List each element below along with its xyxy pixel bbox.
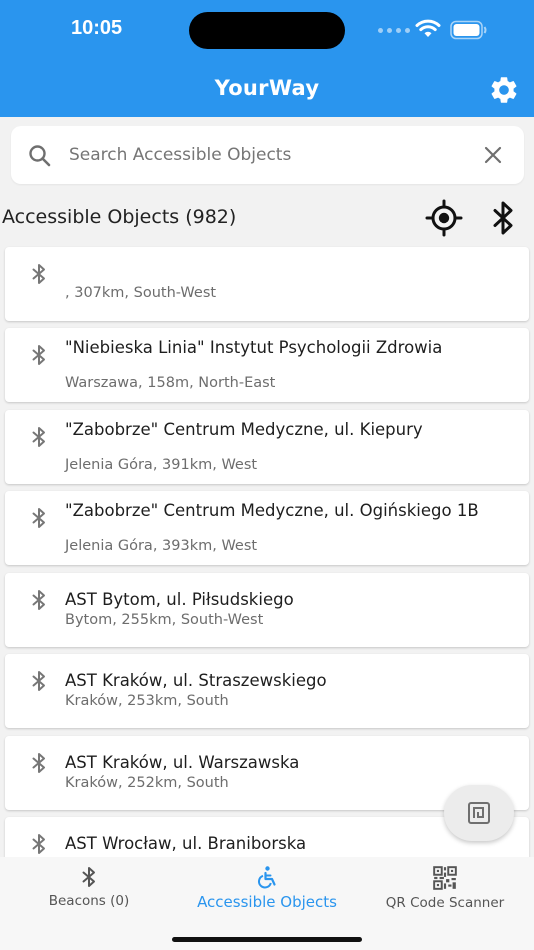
item-subtitle: Jelenia Góra, 391km, West	[65, 457, 258, 473]
qr-code-icon	[433, 866, 457, 890]
list-item[interactable]: AST Kraków, ul. Straszewskiego Kraków, 2…	[5, 654, 529, 728]
settings-gear-icon[interactable]	[488, 74, 520, 106]
bluetooth-icon	[32, 834, 45, 854]
nfc-scan-button[interactable]	[444, 785, 514, 841]
clear-search-icon[interactable]	[481, 143, 505, 167]
list-item[interactable]: "Zabobrze" Centrum Medyczne, ul. Kiepury…	[5, 410, 529, 484]
app-title: YourWay	[214, 76, 320, 100]
tab-accessible-objects[interactable]: Accessible Objects	[182, 865, 352, 921]
signal-icon	[378, 28, 410, 33]
item-subtitle: Kraków, 253km, South	[65, 693, 229, 709]
bluetooth-icon	[32, 671, 45, 691]
section-title: Accessible Objects (982)	[2, 206, 237, 228]
status-time: 10:05	[71, 17, 123, 39]
tab-qr-scanner[interactable]: QR Code Scanner	[378, 865, 512, 921]
bluetooth-icon	[32, 345, 45, 365]
tab-beacons[interactable]: Beacons (0)	[30, 865, 148, 921]
search-input[interactable]	[69, 141, 459, 169]
status-bar: 10:05	[0, 0, 534, 60]
list-item[interactable]: "Niebieska Linia" Instytut Psychologii Z…	[5, 328, 529, 402]
item-subtitle: Jelenia Góra, 393km, West	[65, 538, 258, 554]
search-icon	[29, 145, 51, 167]
bluetooth-icon	[32, 264, 45, 284]
nfc-icon	[468, 802, 490, 824]
item-subtitle: , 307km, South-West	[65, 285, 217, 301]
item-title: "Niebieska Linia" Instytut Psychologii Z…	[65, 338, 443, 357]
item-subtitle: Kraków, 252km, South	[65, 775, 229, 791]
app-header: 10:05 YourWay	[0, 0, 534, 117]
item-title: AST Wrocław, ul. Braniborska	[65, 834, 307, 853]
list-item[interactable]: "Zabobrze" Centrum Medyczne, ul. Ogiński…	[5, 491, 529, 565]
dynamic-island	[189, 12, 345, 49]
wifi-icon	[415, 19, 441, 37]
wheelchair-icon	[258, 866, 276, 889]
list-item[interactable]: AST Bytom, ul. Piłsudskiego Bytom, 255km…	[5, 573, 529, 647]
item-subtitle: Bytom, 255km, South-West	[65, 612, 264, 628]
my-location-icon[interactable]	[424, 198, 464, 238]
tab-label: QR Code Scanner	[385, 895, 505, 911]
bluetooth-icon	[82, 867, 95, 887]
home-indicator[interactable]	[172, 937, 362, 942]
tab-label: Accessible Objects	[197, 893, 337, 911]
bluetooth-icon	[32, 590, 45, 610]
item-title: "Zabobrze" Centrum Medyczne, ul. Kiepury	[65, 420, 423, 439]
item-title: AST Kraków, ul. Warszawska	[65, 753, 300, 772]
item-subtitle: Warszawa, 158m, North-East	[65, 375, 276, 391]
item-title: AST Kraków, ul. Straszewskiego	[65, 671, 327, 690]
tab-label: Beacons (0)	[48, 893, 130, 909]
search-bar	[11, 126, 524, 184]
bluetooth-icon	[32, 753, 45, 773]
battery-icon	[450, 20, 487, 40]
objects-list[interactable]: , 307km, South-West "Niebieska Linia" In…	[0, 245, 534, 857]
bluetooth-filter-icon[interactable]	[484, 198, 524, 238]
bluetooth-icon	[32, 427, 45, 447]
list-item[interactable]: , 307km, South-West	[5, 247, 529, 321]
bluetooth-icon	[32, 508, 45, 528]
item-title: "Zabobrze" Centrum Medyczne, ul. Ogiński…	[65, 501, 479, 520]
item-title: AST Bytom, ul. Piłsudskiego	[65, 590, 294, 609]
